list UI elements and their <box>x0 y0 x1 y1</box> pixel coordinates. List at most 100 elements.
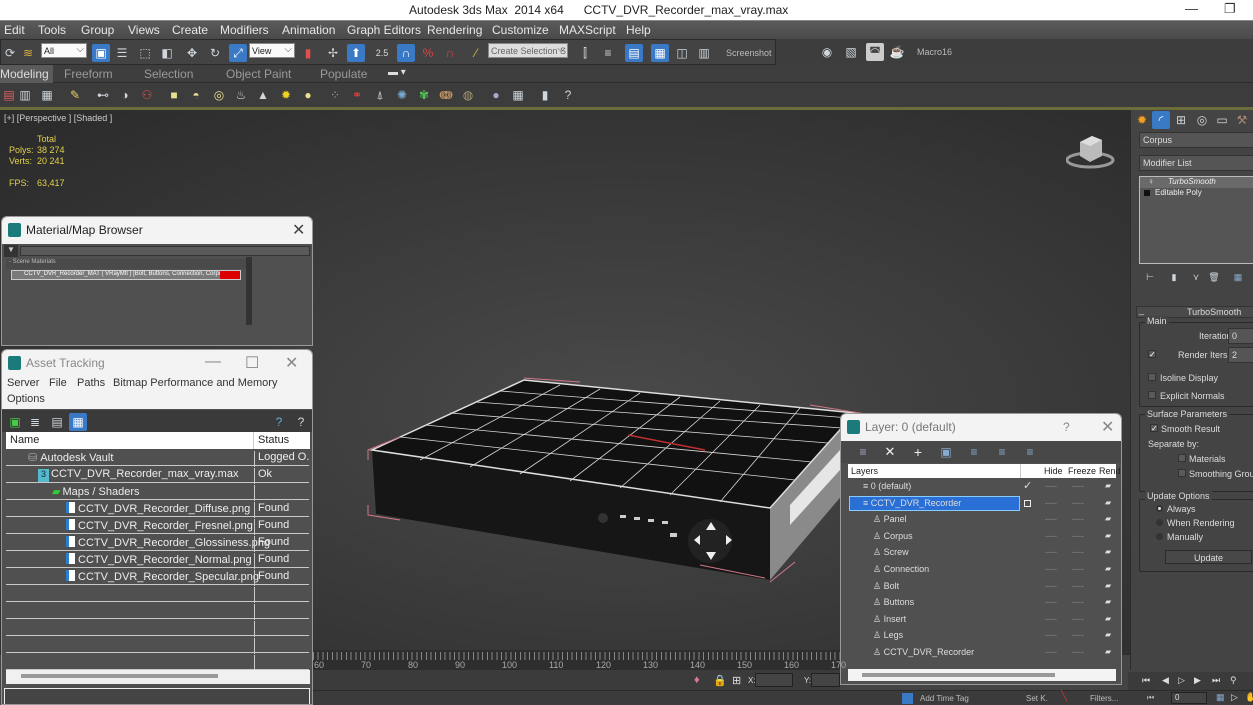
render-camera-icon[interactable]: ⚇ <box>138 86 156 104</box>
percent-snap-icon[interactable]: % <box>419 44 437 62</box>
selection-filter-dropdown[interactable]: All <box>41 42 87 58</box>
menu-group[interactable]: Group <box>81 23 114 37</box>
motion-tab-icon[interactable]: ◎ <box>1193 111 1211 129</box>
table-icon[interactable]: ▦ <box>38 86 56 104</box>
link-icon[interactable]: ⟳ <box>1 44 19 62</box>
tab-populate[interactable]: Populate <box>320 67 367 81</box>
bind-space-warp-icon[interactable]: ≋ <box>19 44 37 62</box>
render-icon[interactable]: ☕ <box>888 43 906 61</box>
help-icon[interactable]: ? <box>270 413 288 431</box>
tab-selection[interactable]: Selection <box>144 67 193 81</box>
material-scrollbar[interactable] <box>246 257 252 325</box>
go-to-end-button[interactable]: ⏭ <box>1212 675 1220 686</box>
sun-icon[interactable]: ✹ <box>277 86 295 104</box>
hide-toggle[interactable]: ---- <box>1045 564 1057 574</box>
mirror-icon[interactable]: ⫿ <box>576 44 594 62</box>
rotate-icon[interactable]: ↻ <box>206 44 224 62</box>
freeze-toggle[interactable]: ---- <box>1072 614 1084 624</box>
lock-icon[interactable]: 🔒 <box>713 674 727 687</box>
freeze-toggle[interactable]: ---- <box>1072 630 1084 640</box>
tab-modeling[interactable]: Modeling <box>0 65 53 83</box>
rect-selection-icon[interactable]: ⬚ <box>136 44 154 62</box>
particles-icon[interactable]: ⁘ <box>326 86 344 104</box>
close-button[interactable]: ✕ <box>1101 417 1114 437</box>
select-objects-icon[interactable]: ▣ <box>937 443 955 461</box>
table-view-icon[interactable]: ▦ <box>69 413 87 431</box>
refresh-icon[interactable]: ▣ <box>6 413 24 431</box>
layer-explorer-icon[interactable]: ▥ <box>16 86 34 104</box>
hierarchy-tab-icon[interactable]: ⊞ <box>1172 111 1190 129</box>
keyboard-shortcut-icon[interactable]: ⬆ <box>347 44 365 62</box>
layer-row[interactable]: ♙ Screw ---- ---- ▰ <box>849 545 1113 561</box>
freeze-toggle[interactable]: ---- <box>1072 498 1084 508</box>
angle-snap-icon[interactable]: ∩ <box>397 44 415 62</box>
menu-graph-editors[interactable]: Graph Editors <box>347 23 421 37</box>
highlight-layer-icon[interactable]: ≡ <box>965 443 983 461</box>
freeze-toggle[interactable]: ---- <box>1072 514 1084 524</box>
list-view-icon[interactable]: ≣ <box>26 413 44 431</box>
add-time-tag-button[interactable]: Add Time Tag <box>920 694 969 703</box>
display-tab-icon[interactable]: ▭ <box>1213 111 1231 129</box>
menu-modifiers[interactable]: Modifiers <box>220 23 269 37</box>
minimize-button[interactable]: — <box>1185 1 1198 16</box>
play-button[interactable]: ▷ <box>1178 675 1185 686</box>
graphite-toggle-icon[interactable]: ▦ <box>651 44 669 62</box>
filter-menu-icon[interactable]: ▼ <box>4 245 18 257</box>
tab-object-paint[interactable]: Object Paint <box>226 67 291 81</box>
cone-icon[interactable]: ▲ <box>254 86 272 104</box>
asset-row[interactable]: CCTV_DVR_Recorder_Fresnel.png Found <box>6 518 309 535</box>
viewcube[interactable] <box>1066 130 1118 170</box>
curve-editor-icon[interactable]: ◫ <box>673 44 691 62</box>
modify-tab-icon[interactable]: ◜ <box>1152 111 1170 129</box>
hide-toggle[interactable]: ---- <box>1045 498 1057 508</box>
layer-row[interactable]: ♙ Legs ---- ---- ▰ <box>849 628 1113 644</box>
column-hide[interactable]: Hide <box>1044 466 1063 476</box>
utilities-tab-icon[interactable]: ⚒ <box>1233 111 1251 129</box>
asset-row[interactable]: CCTV_DVR_Recorder_Normal.png Found <box>6 552 309 569</box>
menu-maxscript[interactable]: MAXScript <box>559 23 616 37</box>
render-teapot-icon[interactable]: ▰ <box>1105 498 1111 507</box>
hide-toggle[interactable]: ---- <box>1045 581 1057 591</box>
menu-bitmap-performance[interactable]: Bitmap Performance and Memory <box>113 377 277 389</box>
layer-row[interactable]: ♙ CCTV_DVR_Recorder ---- ---- ▰ <box>849 645 1113 661</box>
render-teapot-icon[interactable]: ▰ <box>1105 597 1111 606</box>
pan-icon[interactable]: ✋ <box>1245 692 1253 703</box>
scene-materials-header[interactable]: - Scene Materials <box>6 259 246 269</box>
render-teapot-icon[interactable]: ▰ <box>1105 581 1111 590</box>
configure-sets-icon[interactable]: ▦ <box>1229 268 1247 286</box>
geosphere-icon[interactable]: ● <box>299 86 317 104</box>
freeze-toggle[interactable]: ---- <box>1072 564 1084 574</box>
layer-row[interactable]: ♙ Buttons ---- ---- ▰ <box>849 595 1113 611</box>
layer-row[interactable]: ≡ CCTV_DVR_Recorder ---- ---- ▰ <box>849 495 1113 512</box>
teapot-icon[interactable]: ♨ <box>232 86 250 104</box>
go-to-start-icon[interactable]: ⏮ <box>1147 693 1154 703</box>
bone-icon[interactable]: ⍋ <box>371 86 389 104</box>
modifier-list-dropdown[interactable]: Modifier List <box>1139 155 1253 171</box>
absolute-mode-icon[interactable]: ⊞ <box>732 674 741 687</box>
layer-manager-icon[interactable]: ▤ <box>625 44 643 62</box>
material-editor-icon[interactable]: ◉ <box>818 43 836 61</box>
zoom-extents-icon[interactable]: ▦ <box>1216 692 1225 703</box>
maximize-button[interactable]: ☐ <box>245 353 259 373</box>
zoom-icon[interactable]: ⚲ <box>1230 675 1237 686</box>
grid-material-icon[interactable]: ▦ <box>509 86 527 104</box>
time-tag-icon[interactable] <box>902 693 913 704</box>
hide-all-icon[interactable]: ≡ <box>993 443 1011 461</box>
render-frame-icon[interactable]: ◚ <box>866 43 884 61</box>
freeze-toggle[interactable]: ---- <box>1072 531 1084 541</box>
column-name[interactable]: Name <box>10 434 39 446</box>
current-frame-field[interactable]: 0 <box>1171 692 1207 704</box>
scale-icon[interactable]: ⤢ <box>229 44 247 62</box>
tab-freeform[interactable]: Freeform <box>64 67 113 81</box>
materials-checkbox[interactable] <box>1178 454 1186 462</box>
remove-modifier-icon[interactable]: 🗑 <box>1205 268 1223 286</box>
sphere-half-icon[interactable]: ◑ <box>116 86 134 104</box>
asset-row[interactable]: ⛁Autodesk Vault Logged O... <box>6 450 309 467</box>
asset-row[interactable]: CCTV_DVR_Recorder_Specular.png Found <box>6 569 309 586</box>
render-teapot-icon[interactable]: ▰ <box>1105 647 1111 656</box>
render-iters-spinner[interactable]: 2 <box>1228 347 1253 363</box>
object-name-field[interactable]: Corpus <box>1139 132 1253 148</box>
menu-paths[interactable]: Paths <box>77 377 105 389</box>
light-icon[interactable]: ✎ <box>66 86 84 104</box>
layer-row[interactable]: ♙ Corpus ---- ---- ▰ <box>849 529 1113 545</box>
